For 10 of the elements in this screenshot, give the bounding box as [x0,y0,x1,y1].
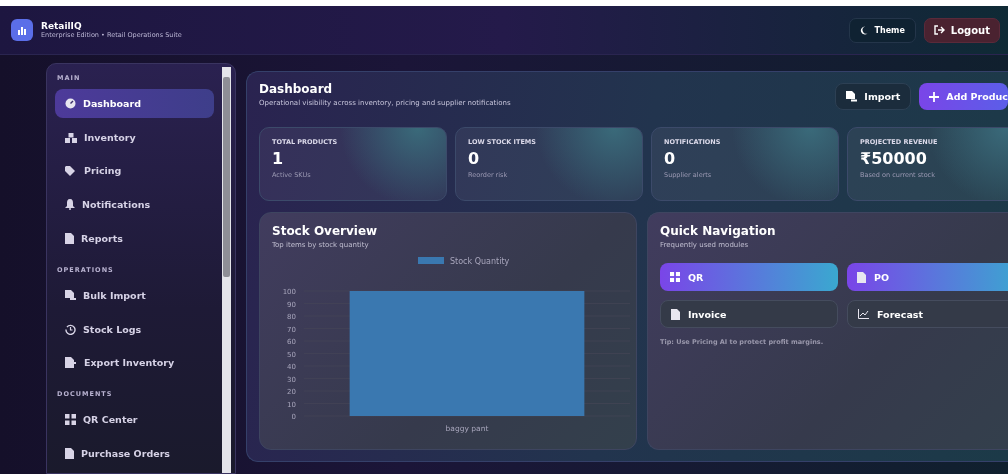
stat-value: 1 [272,149,285,168]
page-title: Dashboard [259,82,334,96]
chart-legend: Stock Quantity [418,257,510,266]
stat-value: 0 [664,149,677,168]
card-title: Stock Overview [272,224,379,238]
stat-value: 0 [468,149,481,168]
card-title: Quick Navigation [660,224,777,238]
stat-value: ₹50000 [860,149,928,168]
legend-label: Stock Quantity [450,257,510,266]
app-name: RetailIQ [41,21,83,31]
